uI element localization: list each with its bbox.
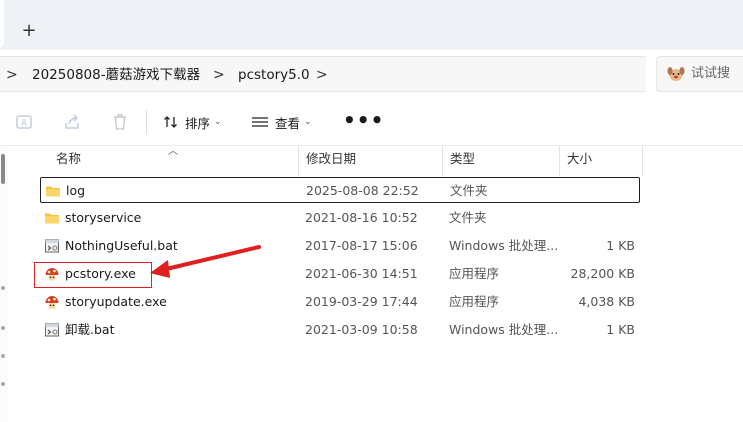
batch-file-icon <box>45 323 59 337</box>
file-type: 文件夹 <box>449 210 487 225</box>
file-type: Windows 批处理... <box>449 238 559 253</box>
chevron-right-icon[interactable]: > <box>6 57 18 93</box>
file-size: 1 KB <box>606 322 635 337</box>
scrollbar-marker <box>1 286 5 290</box>
more-options-button[interactable]: ••• <box>343 110 384 130</box>
chevron-right-icon[interactable]: > <box>213 57 225 93</box>
file-type: 应用程序 <box>449 294 500 309</box>
nav-pane-scrollbar[interactable] <box>0 146 8 422</box>
scrollbar-marker <box>1 326 5 330</box>
file-date: 2021-03-09 10:58 <box>305 322 418 337</box>
column-date[interactable]: 修改日期 <box>298 146 356 172</box>
file-date: 2019-03-29 17:44 <box>305 294 418 309</box>
chevron-down-icon: ⌄ <box>214 117 222 127</box>
file-date: 2025-08-08 22:52 <box>306 183 419 198</box>
file-row[interactable]: storyupdate.exe 2019-03-29 17:44 应用程序 4,… <box>40 289 640 315</box>
chevron-down-icon: ⌄ <box>304 117 312 127</box>
scrollbar-thumb[interactable] <box>1 154 5 184</box>
column-size[interactable]: 大小 <box>559 146 592 172</box>
rename-icon[interactable]: A <box>14 112 34 132</box>
file-date: 2021-08-16 10:52 <box>305 210 418 225</box>
file-type: 应用程序 <box>449 266 500 281</box>
dog-face-icon <box>667 67 685 81</box>
address-bar: > 20250808-蘑菇游戏下载器 > pcstory5.0 > 试试搜 <box>0 50 743 98</box>
file-size: 1 KB <box>606 238 635 253</box>
file-date: 2017-08-17 15:06 <box>305 238 418 253</box>
share-icon[interactable] <box>62 112 82 132</box>
file-size <box>561 178 636 204</box>
command-bar: A 排序 ⌄ 查看 ⌄ ••• <box>0 98 743 146</box>
column-name[interactable]: 名称 <box>48 146 81 172</box>
mushroom-app-icon <box>45 296 59 309</box>
view-label: 查看 <box>275 115 301 131</box>
sort-label: 排序 <box>185 115 211 131</box>
file-size <box>560 205 635 231</box>
batch-file-icon <box>45 239 59 253</box>
file-row[interactable]: storyservice 2021-08-16 10:52 文件夹 <box>40 205 640 231</box>
file-name: storyupdate.exe <box>65 294 167 309</box>
sort-button[interactable]: 排序 ⌄ <box>163 108 222 136</box>
annotation-highlight-box <box>34 262 152 288</box>
folder-icon <box>46 186 60 197</box>
toolbar-divider <box>146 110 147 134</box>
chevron-right-icon[interactable]: > <box>316 57 328 93</box>
sort-icon <box>164 116 177 128</box>
file-name: 卸载.bat <box>65 322 115 337</box>
scrollbar-marker <box>1 354 5 358</box>
sort-ascending-icon: ︿ <box>168 146 178 157</box>
file-type: Windows 批处理... <box>449 322 559 337</box>
column-header: ︿ 名称 修改日期 类型 大小 <box>40 146 643 176</box>
file-name: storyservice <box>65 210 142 225</box>
scrollbar-marker <box>1 382 5 386</box>
file-name: log <box>66 183 86 198</box>
file-date: 2021-06-30 14:51 <box>305 266 418 281</box>
active-tab-edge <box>0 0 4 48</box>
svg-text:A: A <box>21 119 28 129</box>
folder-icon <box>45 213 59 224</box>
column-divider[interactable] <box>642 146 643 176</box>
file-row[interactable]: NothingUseful.bat 2017-08-17 15:06 Windo… <box>40 233 640 259</box>
breadcrumb-item-parent-folder[interactable]: 20250808-蘑菇游戏下载器 <box>32 57 200 93</box>
breadcrumb[interactable]: > 20250808-蘑菇游戏下载器 > pcstory5.0 > <box>0 56 646 92</box>
annotation-arrow-icon <box>150 245 261 278</box>
search-placeholder: 试试搜 <box>691 66 731 81</box>
search-box[interactable]: 试试搜 <box>656 56 743 92</box>
file-row[interactable]: 卸载.bat 2021-03-09 10:58 Windows 批处理... 1… <box>40 317 640 343</box>
tab-strip: + <box>0 0 743 50</box>
file-row[interactable]: log 2025-08-08 22:52 文件夹 <box>40 177 640 203</box>
file-type: 文件夹 <box>450 183 488 198</box>
file-size: 4,038 KB <box>578 294 635 309</box>
view-button[interactable]: 查看 ⌄ <box>251 108 312 136</box>
file-size: 28,200 KB <box>570 266 635 281</box>
breadcrumb-item-current-folder[interactable]: pcstory5.0 <box>238 57 310 93</box>
delete-icon[interactable] <box>110 112 130 132</box>
column-type[interactable]: 类型 <box>442 146 475 172</box>
view-icon <box>252 117 268 127</box>
new-tab-button[interactable]: + <box>18 20 40 42</box>
